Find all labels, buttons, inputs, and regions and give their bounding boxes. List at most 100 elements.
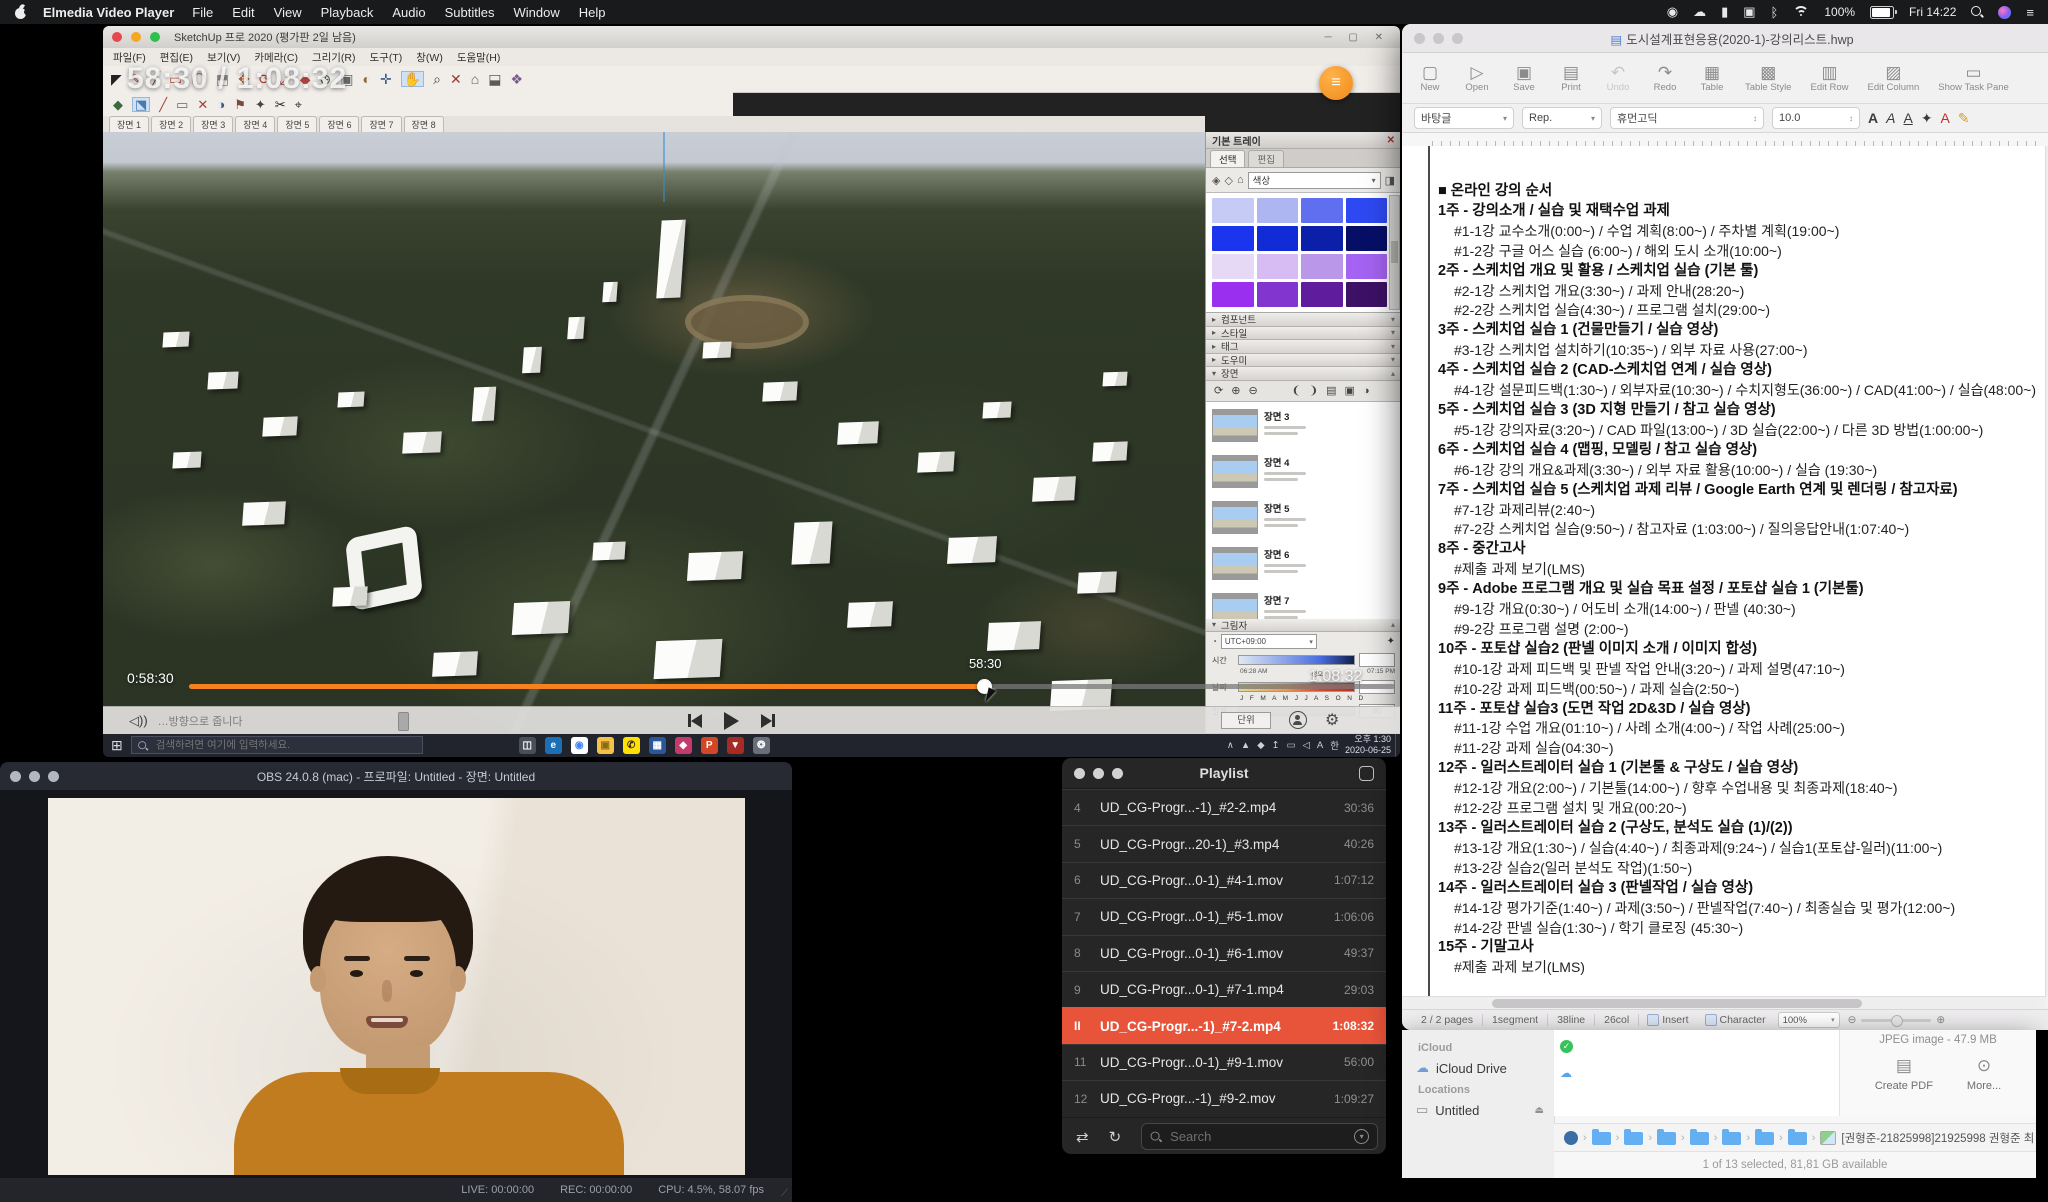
- scene-view-icon[interactable]: ◑: [1363, 385, 1370, 397]
- add-scene-icon[interactable]: ⊕: [1231, 384, 1240, 397]
- cloud-status-icon[interactable]: ☁: [1693, 4, 1706, 20]
- tray-chevron-icon[interactable]: ∧: [1227, 740, 1234, 751]
- taskbar-app-icon[interactable]: ❂: [753, 737, 770, 754]
- apple-menu-icon[interactable]: [14, 5, 27, 19]
- finder-file-list[interactable]: ✓ ☁: [1554, 1030, 1840, 1116]
- folder-icon[interactable]: [1722, 1132, 1741, 1145]
- obs-title-bar[interactable]: OBS 24.0.8 (mac) - 프로파일: Untitled - 장면: …: [0, 762, 792, 790]
- create-pdf-button[interactable]: ▤ Create PDF: [1875, 1056, 1933, 1092]
- bluetooth-icon[interactable]: ᛒ: [1771, 5, 1779, 20]
- repeat-icon[interactable]: ↻: [1109, 1128, 1122, 1146]
- tray-tab-select[interactable]: 선택: [1210, 150, 1245, 167]
- tray-display-icon[interactable]: ▭: [1287, 740, 1296, 751]
- app-menu-title[interactable]: Elmedia Video Player: [43, 5, 174, 20]
- scene-tab[interactable]: 장면 3: [193, 116, 233, 132]
- folder-icon[interactable]: [1624, 1132, 1643, 1145]
- tray-section-collapsed[interactable]: ▸ 컴포넌트 ▾: [1206, 313, 1400, 327]
- zoom-out-icon[interactable]: ⊖: [1848, 1014, 1857, 1026]
- spotlight-icon[interactable]: [1971, 6, 1983, 18]
- playlist-row[interactable]: 5 UD_CG-Progr...20-1)_#3.mp4 40:26: [1062, 825, 1386, 861]
- bold-button[interactable]: A: [1868, 110, 1878, 126]
- hwp-toolbar-button[interactable]: ▩ Table Style: [1745, 63, 1791, 94]
- sketchup-tool-icon[interactable]: ╱: [159, 98, 167, 111]
- eject-icon[interactable]: ⏏: [1535, 1105, 1544, 1116]
- sketchup-menu-item[interactable]: 도구(T): [370, 52, 403, 64]
- next-button[interactable]: [761, 714, 775, 728]
- hwp-toolbar-button[interactable]: ↷ Redo: [1651, 63, 1679, 94]
- scene-list-item[interactable]: 장면 3: [1212, 406, 1395, 452]
- color-swatch[interactable]: [1301, 198, 1343, 223]
- zoom-combo[interactable]: 100%▾: [1778, 1012, 1840, 1028]
- color-swatch[interactable]: [1301, 282, 1343, 307]
- scene-list-item[interactable]: 장면 6: [1212, 544, 1395, 590]
- playlist-window[interactable]: Playlist 4 UD_CG-Progr...-1)_#2-2.mp4 30…: [1062, 758, 1386, 1154]
- webcam-preview[interactable]: [48, 798, 745, 1175]
- bookmark-status-icon[interactable]: ▮: [1721, 4, 1728, 20]
- taskbar-app-icon[interactable]: ▣: [597, 737, 614, 754]
- window-controls[interactable]: ─ ▢ ✕: [1325, 32, 1390, 43]
- scene-tab[interactable]: 장면 1: [109, 116, 149, 132]
- scene-tab[interactable]: 장면 2: [151, 116, 191, 132]
- scene-tab[interactable]: 장면 7: [361, 116, 401, 132]
- playlist-row[interactable]: II UD_CG-Progr...-1)_#7-2.mp4 1:08:32: [1062, 1007, 1386, 1043]
- menu-item[interactable]: File: [192, 5, 213, 20]
- color-swatch[interactable]: [1301, 254, 1343, 279]
- sketchup-tool-icon[interactable]: ⌖: [295, 98, 302, 111]
- elmedia-menu-button[interactable]: ≡: [1319, 66, 1353, 100]
- expand-icon[interactable]: ▾: [1391, 342, 1395, 351]
- tray-header[interactable]: 기본 트레이 ✕: [1206, 132, 1400, 149]
- hwp-toolbar-button[interactable]: ▢ New: [1416, 63, 1444, 94]
- windows-start-icon[interactable]: ⊞: [111, 737, 123, 754]
- sketchup-tool-icon[interactable]: ✂: [275, 98, 286, 111]
- ime-lang-label[interactable]: A: [1317, 740, 1323, 751]
- scene-lock-icon[interactable]: ▣: [1345, 384, 1355, 397]
- remove-scene-icon[interactable]: ⊖: [1248, 384, 1257, 397]
- paint-sample-icon[interactable]: ◨: [1385, 174, 1395, 187]
- hwp-toolbar-button[interactable]: ▤ Print: [1557, 63, 1585, 94]
- sketchup-tool-icon[interactable]: ◆: [113, 98, 123, 111]
- color-swatch[interactable]: [1212, 198, 1254, 223]
- hwp-toolbar-button[interactable]: ▭ Show Task Pane: [1938, 63, 2009, 94]
- device-icon[interactable]: [1564, 1131, 1578, 1145]
- video-player-window[interactable]: SketchUp 프로 2020 (평가판 2일 남음) ─ ▢ ✕ 파일(F)…: [103, 26, 1400, 757]
- seek-bar[interactable]: 58:30: [189, 684, 1395, 689]
- taskbar-app-icon[interactable]: ▼: [727, 737, 744, 754]
- folder-icon[interactable]: [1755, 1132, 1774, 1145]
- font-combo[interactable]: 휴먼고딕↕: [1610, 107, 1764, 129]
- sketchup-tool-icon[interactable]: ⬔: [132, 97, 150, 112]
- folder-icon[interactable]: [1657, 1132, 1676, 1145]
- zoom-extents-icon[interactable]: ✕: [450, 72, 462, 86]
- insert-mode-label[interactable]: Insert: [1662, 1014, 1688, 1026]
- shadow-detail-icon[interactable]: ✦: [1387, 636, 1395, 647]
- sketchup-menu-item[interactable]: 창(W): [416, 52, 443, 64]
- pan-tool-icon[interactable]: ✋: [401, 71, 424, 87]
- playlist-row[interactable]: 6 UD_CG-Progr...0-1)_#4-1.mov 1:07:12: [1062, 862, 1386, 898]
- tray-section-shadows[interactable]: ▾ 그림자 ▴: [1206, 619, 1400, 633]
- taskbar-clock[interactable]: 오후 1:302020-06-25: [1345, 734, 1391, 757]
- forward-arrow-icon[interactable]: ◇: [1224, 174, 1232, 187]
- orbit-tool-icon[interactable]: ✛: [380, 72, 392, 86]
- character-mode-label[interactable]: Character: [1720, 1014, 1766, 1026]
- taskbar-app-icon[interactable]: ◫: [519, 737, 536, 754]
- hwp-toolbar-button[interactable]: ▨ Edit Column: [1868, 63, 1920, 94]
- playlist-row[interactable]: 9 UD_CG-Progr...0-1)_#7-1.mp4 29:03: [1062, 971, 1386, 1007]
- color-swatch[interactable]: [1257, 254, 1299, 279]
- tray-close-icon[interactable]: ✕: [1387, 135, 1395, 146]
- color-swatch[interactable]: [1301, 226, 1343, 251]
- expand-icon[interactable]: ▾: [1391, 328, 1395, 337]
- playlist-row[interactable]: 8 UD_CG-Progr...0-1)_#6-1.mov 49:37: [1062, 935, 1386, 971]
- hwp-toolbar-button[interactable]: ↶ Undo: [1604, 63, 1632, 94]
- zoom-window-icon[interactable]: [48, 771, 59, 782]
- windows-search-input[interactable]: [154, 738, 408, 752]
- document-page[interactable]: ■ 온라인 강의 순서1주 - 강의소개 / 실습 및 재택수업 과제#1-1강…: [1402, 146, 2046, 996]
- taskbar-app-icon[interactable]: P: [701, 737, 718, 754]
- timezone-dropdown[interactable]: UTC+09:00▾: [1221, 634, 1317, 649]
- tray-section-collapsed[interactable]: ▸ 스타일 ▾: [1206, 327, 1400, 341]
- playlist-row[interactable]: 7 UD_CG-Progr...0-1)_#5-1.mov 1:06:06: [1062, 898, 1386, 934]
- ime-korean-label[interactable]: 한: [1330, 738, 1339, 752]
- taskbar-app-icon[interactable]: e: [545, 737, 562, 754]
- shadow-toggle-icon[interactable]: ◔: [1212, 637, 1217, 646]
- detach-playlist-icon[interactable]: [1359, 766, 1374, 781]
- hwp-toolbar-button[interactable]: ▦ Table: [1698, 63, 1726, 94]
- move-scene-right-icon[interactable]: ❩: [1309, 384, 1318, 397]
